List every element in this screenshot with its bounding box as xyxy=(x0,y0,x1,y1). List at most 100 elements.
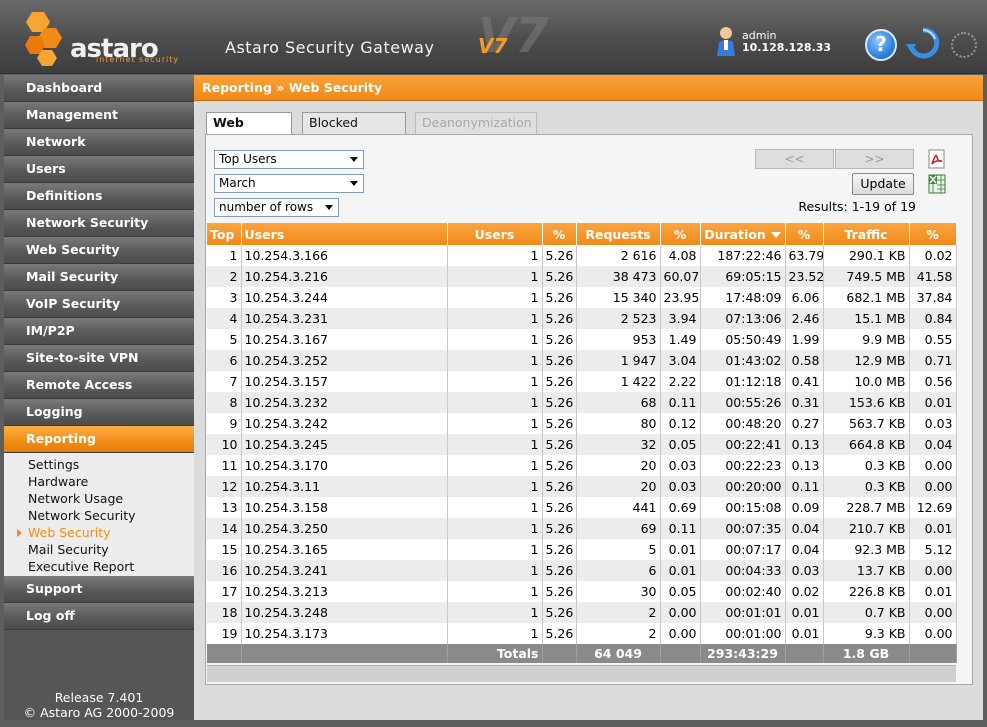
cell-rank: 13 xyxy=(207,497,242,518)
cell-duration-pct: 6.06 xyxy=(785,287,824,308)
totals-duration: 293:43:29 xyxy=(700,644,786,663)
col-header-requests[interactable]: Requests xyxy=(576,223,661,245)
cell-traffic-pct: 0.00 xyxy=(909,476,957,497)
header: astaro internet security Astaro Security… xyxy=(0,0,987,74)
cell-requests: 1 947 xyxy=(576,350,661,371)
cell-user: 10.254.3.241 xyxy=(241,560,448,581)
sidebar-item-voip-security[interactable]: VoIP Security xyxy=(4,291,194,318)
col-header-traffic-pct[interactable]: % xyxy=(909,223,957,245)
cell-rank: 11 xyxy=(207,455,242,476)
cell-rank: 19 xyxy=(207,623,242,644)
cell-rank: 5 xyxy=(207,329,242,350)
col-header-users-pct[interactable]: % xyxy=(542,223,577,245)
col-header-requests-pct[interactable]: % xyxy=(660,223,701,245)
col-header-users[interactable]: Users xyxy=(447,223,543,245)
sidebar-item-network[interactable]: Network xyxy=(4,129,194,156)
cell-traffic: 10.0 MB xyxy=(823,371,910,392)
release-info: Release 7.401 © Astaro AG 2000-2009 xyxy=(4,690,194,720)
sidebar-item-im-p2p[interactable]: IM/P2P xyxy=(4,318,194,345)
cell-user: 10.254.3.216 xyxy=(241,266,448,287)
cell-users: 1 xyxy=(447,518,543,539)
cell-traffic-pct: 0.84 xyxy=(909,308,957,329)
sidebar-item-management[interactable]: Management xyxy=(4,102,194,129)
update-button[interactable]: Update xyxy=(852,173,914,195)
cell-rank: 1 xyxy=(207,245,242,266)
table-row: 11 10.254.3.170 1 5.26 20 0.03 00:22:23 0.13 0.3… xyxy=(207,455,957,476)
cell-rank: 2 xyxy=(207,266,242,287)
cell-rank: 9 xyxy=(207,413,242,434)
cell-duration: 17:48:09 xyxy=(700,287,786,308)
col-header-duration-pct[interactable]: % xyxy=(785,223,824,245)
rows-value: number of rows xyxy=(219,200,314,214)
cell-requests-pct: 0.69 xyxy=(660,497,701,518)
sidebar-item-web-security[interactable]: Web Security xyxy=(4,237,194,264)
next-page-button[interactable]: >> xyxy=(835,149,914,169)
cell-rank: 10 xyxy=(207,434,242,455)
table-header-row: Top Users Users % Requests % Duration % … xyxy=(207,223,957,245)
cell-requests: 2 616 xyxy=(576,245,661,266)
subnav-item-executive-report[interactable]: Executive Report xyxy=(4,558,194,575)
sidebar-item-dashboard[interactable]: Dashboard xyxy=(4,75,194,102)
rows-select[interactable]: number of rows xyxy=(214,198,339,217)
cell-traffic: 92.3 MB xyxy=(823,539,910,560)
cell-requests: 6 xyxy=(576,560,661,581)
cell-duration-pct: 0.11 xyxy=(785,476,824,497)
cell-user: 10.254.3.170 xyxy=(241,455,448,476)
subnav-item-mail-security[interactable]: Mail Security xyxy=(4,541,194,558)
activity-spinner-icon xyxy=(951,32,977,58)
help-icon[interactable]: ? xyxy=(865,29,897,61)
cell-users-pct: 5.26 xyxy=(542,539,577,560)
tab-blocked-usage[interactable]: Blocked Usage xyxy=(302,112,406,150)
table-footer-bar xyxy=(207,665,956,682)
sidebar: Dashboard Management Network Users Definitio… xyxy=(4,75,194,720)
cell-traffic: 0.7 KB xyxy=(823,602,910,623)
cell-users-pct: 5.26 xyxy=(542,476,577,497)
subnav-item-network-usage[interactable]: Network Usage xyxy=(4,490,194,507)
pdf-export-icon[interactable] xyxy=(927,149,947,169)
cell-users-pct: 5.26 xyxy=(542,413,577,434)
sidebar-item-logging[interactable]: Logging xyxy=(4,399,194,426)
sidebar-item-mail-security[interactable]: Mail Security xyxy=(4,264,194,291)
col-header-traffic[interactable]: Traffic xyxy=(823,223,910,245)
cell-users: 1 xyxy=(447,476,543,497)
subnav-item-hardware[interactable]: Hardware xyxy=(4,473,194,490)
excel-export-icon[interactable] xyxy=(927,174,947,194)
sidebar-item-network-security[interactable]: Network Security xyxy=(4,210,194,237)
cell-duration-pct: 0.04 xyxy=(785,539,824,560)
cell-requests: 2 523 xyxy=(576,308,661,329)
refresh-icon[interactable] xyxy=(906,26,940,60)
sidebar-item-reporting[interactable]: Reporting xyxy=(4,426,194,453)
cell-users-pct: 5.26 xyxy=(542,623,577,644)
cell-requests-pct: 2.22 xyxy=(660,371,701,392)
sidebar-item-site-to-site-vpn[interactable]: Site-to-site VPN xyxy=(4,345,194,372)
tab-web-usage[interactable]: Web Usage xyxy=(206,112,292,150)
totals-empty xyxy=(660,644,701,663)
sidebar-item-remote-access[interactable]: Remote Access xyxy=(4,372,194,399)
sidebar-item-users[interactable]: Users xyxy=(4,156,194,183)
cell-traffic-pct: 5.12 xyxy=(909,539,957,560)
cell-requests: 5 xyxy=(576,539,661,560)
cell-user: 10.254.3.158 xyxy=(241,497,448,518)
prev-page-button[interactable]: << xyxy=(755,149,834,169)
col-header-user[interactable]: Users xyxy=(241,223,448,245)
cell-traffic: 290.1 KB xyxy=(823,245,910,266)
col-header-top[interactable]: Top xyxy=(207,223,242,245)
cell-requests-pct: 1.49 xyxy=(660,329,701,350)
sidebar-item-log-off[interactable]: Log off xyxy=(4,603,194,630)
cell-requests-pct: 0.01 xyxy=(660,539,701,560)
report-type-select[interactable]: Top Users xyxy=(214,150,364,169)
cell-requests-pct: 23.95 xyxy=(660,287,701,308)
col-header-duration[interactable]: Duration xyxy=(700,223,786,245)
sidebar-item-definitions[interactable]: Definitions xyxy=(4,183,194,210)
subnav-item-web-security[interactable]: Web Security xyxy=(4,524,194,541)
period-select[interactable]: March xyxy=(214,174,364,193)
subnav-item-network-security[interactable]: Network Security xyxy=(4,507,194,524)
cell-requests-pct: 3.94 xyxy=(660,308,701,329)
cell-users-pct: 5.26 xyxy=(542,392,577,413)
cell-requests: 30 xyxy=(576,581,661,602)
cell-requests: 20 xyxy=(576,455,661,476)
user-ip: 10.128.128.33 xyxy=(742,41,832,54)
sidebar-item-support[interactable]: Support xyxy=(4,576,194,603)
subnav-item-settings[interactable]: Settings xyxy=(4,456,194,473)
report-table: Top Users Users % Requests % Duration % … xyxy=(207,223,957,663)
